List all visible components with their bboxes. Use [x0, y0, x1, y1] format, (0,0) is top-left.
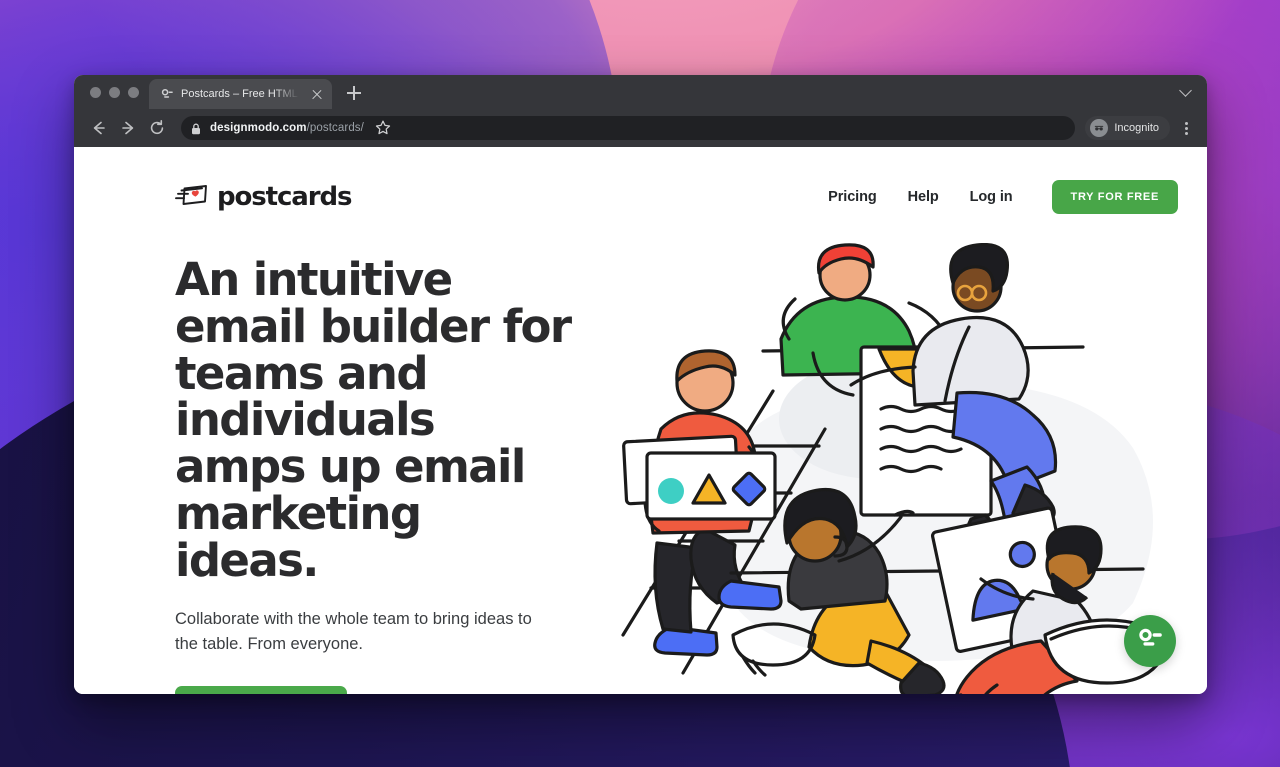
browser-toolbar: designmodo.com/postcards/ Incognito [74, 109, 1207, 147]
lock-icon [191, 122, 201, 135]
new-tab-button[interactable] [341, 80, 367, 106]
browser-window: Postcards – Free HTML Email T [74, 75, 1207, 694]
chat-widget-button[interactable] [1124, 615, 1176, 667]
browser-menu-button[interactable] [1175, 115, 1197, 141]
nav-link-help[interactable]: Help [908, 189, 939, 205]
nav-link-pricing[interactable]: Pricing [828, 189, 877, 205]
hero-subtitle: Collaborate with the whole team to bring… [175, 609, 532, 654]
hero-section: An intuitive email builder for teams and… [74, 221, 572, 694]
sign-up-button[interactable]: Sign Up – It's Free [175, 685, 347, 694]
desktop-wallpaper: Postcards – Free HTML Email T [0, 0, 1280, 767]
brand-wordmark: postcards [217, 182, 352, 212]
brand-logo[interactable]: postcards [175, 182, 352, 213]
kebab-dot [1184, 127, 1188, 130]
arrow-left-icon [93, 121, 105, 135]
postcards-face-icon [1135, 624, 1165, 659]
page-viewport: postcards Pricing Help Log in TRY FOR FR… [74, 147, 1207, 694]
incognito-spy-icon [1090, 119, 1109, 137]
hero-title: An intuitive email builder for teams and… [175, 253, 572, 587]
close-icon[interactable] [310, 87, 324, 101]
arrow-right-icon [122, 121, 134, 135]
window-maximize-button[interactable] [128, 86, 139, 98]
postcards-face-favicon [160, 87, 174, 101]
tab-title: Postcards – Free HTML Email T [181, 88, 303, 100]
window-minimize-button[interactable] [109, 86, 120, 98]
team-collaboration-illustration: .ink { stroke:#1b1b1b; stroke-width:3.2;… [613, 242, 1207, 694]
site-nav: Pricing Help Log in TRY FOR FREE [828, 180, 1178, 214]
reload-icon [150, 120, 164, 135]
postcard-heart-logo [175, 182, 209, 213]
bookmark-star-icon[interactable] [373, 118, 393, 138]
chevron-down-icon[interactable] [1180, 84, 1193, 97]
reload-button[interactable] [144, 115, 170, 141]
url-text: designmodo.com/postcards/ [210, 122, 364, 134]
kebab-dot [1184, 132, 1188, 135]
back-button[interactable] [86, 115, 112, 141]
kebab-dot [1184, 122, 1188, 125]
incognito-label: Incognito [1114, 122, 1159, 134]
window-close-button[interactable] [90, 86, 101, 98]
site-header: postcards Pricing Help Log in TRY FOR FR… [74, 147, 1207, 221]
browser-tabstrip: Postcards – Free HTML Email T [74, 75, 1207, 109]
url-host: designmodo.com [210, 122, 307, 134]
forward-button[interactable] [115, 115, 141, 141]
try-for-free-button[interactable]: TRY FOR FREE [1051, 180, 1178, 214]
nav-link-login[interactable]: Log in [970, 189, 1013, 205]
incognito-profile-chip[interactable]: Incognito [1085, 116, 1170, 140]
window-traffic-lights [84, 75, 149, 109]
address-bar[interactable]: designmodo.com/postcards/ [181, 116, 1076, 140]
browser-tab[interactable]: Postcards – Free HTML Email T [149, 79, 332, 109]
url-path: /postcards/ [306, 122, 364, 134]
